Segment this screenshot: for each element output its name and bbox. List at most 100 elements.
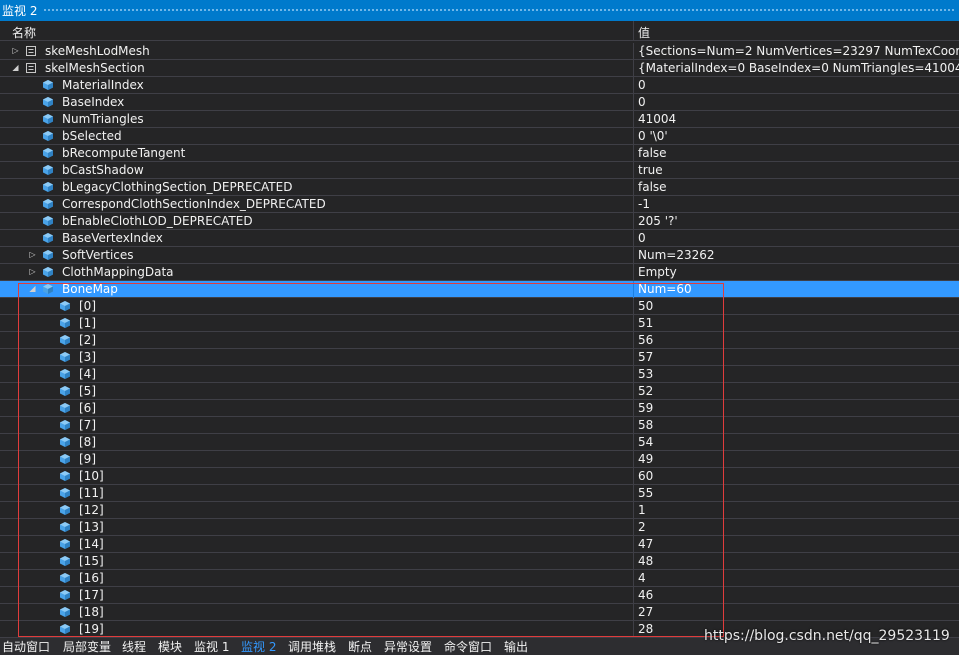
row-value[interactable]: 60 (638, 469, 653, 484)
tree-row[interactable]: bRecomputeTangent false (0, 145, 959, 162)
tree-row[interactable]: [0] 50 (0, 298, 959, 315)
bottom-tab[interactable]: 线程 (122, 639, 146, 655)
row-name: [14] (79, 537, 104, 551)
tree-row[interactable]: [4] 53 (0, 366, 959, 383)
tree-row[interactable]: [16] 4 (0, 570, 959, 587)
row-value[interactable]: 2 (638, 520, 646, 535)
column-separator (633, 502, 634, 519)
column-separator (633, 383, 634, 400)
row-value[interactable]: 47 (638, 537, 653, 552)
collapse-arrow-icon[interactable]: ◢ (11, 60, 20, 76)
row-value[interactable]: 0 (638, 95, 646, 110)
tree-row[interactable]: [18] 27 (0, 604, 959, 621)
tree-row[interactable]: [15] 48 (0, 553, 959, 570)
bottom-tab[interactable]: 输出 (504, 639, 528, 655)
row-value[interactable]: false (638, 146, 667, 161)
tree-row[interactable]: [6] 59 (0, 400, 959, 417)
tree-row[interactable]: ▷ ClothMappingData Empty (0, 264, 959, 281)
tree-row[interactable]: [12] 1 (0, 502, 959, 519)
tree-row[interactable]: [7] 58 (0, 417, 959, 434)
row-value[interactable]: 51 (638, 316, 653, 331)
bottom-tab[interactable]: 自动窗口 (2, 639, 50, 655)
tree-row[interactable]: bEnableClothLOD_DEPRECATED 205 '?' (0, 213, 959, 230)
tree-row[interactable]: [11] 55 (0, 485, 959, 502)
row-value[interactable]: 27 (638, 605, 653, 620)
tree-row[interactable]: [10] 60 (0, 468, 959, 485)
expand-arrow-icon[interactable]: ▷ (11, 43, 20, 59)
row-value[interactable]: false (638, 180, 667, 195)
row-value[interactable]: 46 (638, 588, 653, 603)
tree-row[interactable]: [8] 54 (0, 434, 959, 451)
tree-row[interactable]: ◢ BoneMap Num=60 (0, 281, 959, 298)
row-value[interactable]: 52 (638, 384, 653, 399)
row-value[interactable]: 54 (638, 435, 653, 450)
row-value[interactable]: 0 '\0' (638, 129, 668, 144)
column-separator (633, 247, 634, 264)
tree-row[interactable]: [13] 2 (0, 519, 959, 536)
bottom-tab[interactable]: 模块 (158, 639, 182, 655)
collapse-arrow-icon[interactable]: ◢ (28, 281, 37, 297)
row-value[interactable]: Num=23262 (638, 248, 715, 263)
bottom-tab[interactable]: 局部变量 (63, 639, 111, 655)
bottom-tab[interactable]: 监视 1 (194, 639, 229, 655)
row-value[interactable]: 205 '?' (638, 214, 678, 229)
row-value[interactable]: 59 (638, 401, 653, 416)
row-value[interactable]: 1 (638, 503, 646, 518)
bottom-tab[interactable]: 命令窗口 (444, 639, 492, 655)
column-header-name[interactable]: 名称 (12, 24, 36, 41)
tree-row[interactable]: bLegacyClothingSection_DEPRECATED false (0, 179, 959, 196)
tree-row[interactable]: bSelected 0 '\0' (0, 128, 959, 145)
tree-row[interactable]: [14] 47 (0, 536, 959, 553)
field-icon (59, 334, 71, 346)
row-value[interactable]: 55 (638, 486, 653, 501)
tree-row[interactable]: [1] 51 (0, 315, 959, 332)
tree-row[interactable]: BaseVertexIndex 0 (0, 230, 959, 247)
bottom-tab[interactable]: 断点 (348, 639, 372, 655)
title-bar-grip[interactable] (43, 8, 956, 13)
tree-row[interactable]: bCastShadow true (0, 162, 959, 179)
tree-row[interactable]: [3] 57 (0, 349, 959, 366)
tree-row[interactable]: [17] 46 (0, 587, 959, 604)
column-divider[interactable] (633, 21, 634, 41)
tree-row[interactable]: BaseIndex 0 (0, 94, 959, 111)
expand-arrow-icon[interactable]: ▷ (28, 264, 37, 280)
row-value[interactable]: 50 (638, 299, 653, 314)
row-value[interactable]: 49 (638, 452, 653, 467)
row-value[interactable]: 28 (638, 622, 653, 637)
row-value[interactable]: true (638, 163, 663, 178)
row-value[interactable]: {Sections=Num=2 NumVertices=23297 NumTex… (638, 44, 959, 59)
row-value[interactable]: 4 (638, 571, 646, 586)
tree-row[interactable]: [5] 52 (0, 383, 959, 400)
bottom-tab[interactable]: 异常设置 (384, 639, 432, 655)
row-name: [4] (79, 367, 96, 381)
row-value[interactable]: 41004 (638, 112, 676, 127)
field-icon (59, 470, 71, 482)
tree-row[interactable]: ▷ skeMeshLodMesh {Sections=Num=2 NumVertic… (0, 43, 959, 60)
row-value[interactable]: 53 (638, 367, 653, 382)
row-value[interactable]: -1 (638, 197, 650, 212)
column-separator (633, 434, 634, 451)
title-bar[interactable]: 监视 2 (0, 0, 959, 21)
row-value[interactable]: Num=60 (638, 282, 692, 297)
row-value[interactable]: 57 (638, 350, 653, 365)
row-value[interactable]: {MaterialIndex=0 BaseIndex=0 NumTriangle… (638, 61, 959, 76)
tree-row[interactable]: NumTriangles 41004 (0, 111, 959, 128)
row-value[interactable]: 58 (638, 418, 653, 433)
bottom-tab[interactable]: 监视 2 (241, 639, 276, 655)
row-value[interactable]: 0 (638, 231, 646, 246)
tree-row[interactable]: CorrespondClothSectionIndex_DEPRECATED -1 (0, 196, 959, 213)
tree-row[interactable]: [2] 56 (0, 332, 959, 349)
row-value[interactable]: 48 (638, 554, 653, 569)
column-separator (633, 451, 634, 468)
tree-row[interactable]: ▷ SoftVertices Num=23262 (0, 247, 959, 264)
row-value[interactable]: 0 (638, 78, 646, 93)
row-value[interactable]: Empty (638, 265, 677, 280)
expand-arrow-icon[interactable]: ▷ (28, 247, 37, 263)
tree-row[interactable]: MaterialIndex 0 (0, 77, 959, 94)
row-value[interactable]: 56 (638, 333, 653, 348)
bottom-tab[interactable]: 调用堆栈 (288, 639, 336, 655)
row-name: [12] (79, 503, 104, 517)
tree-row[interactable]: [9] 49 (0, 451, 959, 468)
column-header-value[interactable]: 值 (638, 24, 650, 41)
tree-row[interactable]: ◢ skelMeshSection {MaterialIndex=0 BaseInd… (0, 60, 959, 77)
